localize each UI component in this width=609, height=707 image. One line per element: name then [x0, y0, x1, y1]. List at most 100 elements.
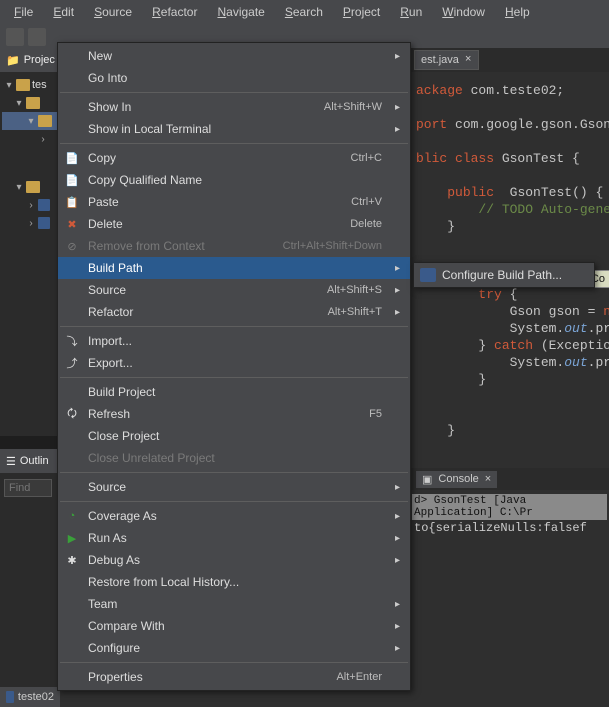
twisty-icon[interactable]: › — [26, 200, 36, 211]
project-explorer-title: Projec — [24, 54, 55, 66]
menu-item-label: New — [88, 49, 386, 63]
menu-item-import[interactable]: ⤵Import... — [58, 330, 410, 352]
menu-separator — [60, 472, 408, 473]
menu-item-compare-with[interactable]: Compare With ▸ — [58, 615, 410, 637]
menu-item-label: Refactor — [88, 305, 328, 319]
console-tab[interactable]: ▣ Console × — [416, 471, 497, 488]
tree-row[interactable]: ▾ — [2, 178, 58, 196]
menu-item-configure[interactable]: Configure▸ — [58, 637, 410, 659]
menu-separator — [60, 662, 408, 663]
debug-icon: ✱ — [64, 552, 80, 568]
outline-panel: ☰ Outlin — [0, 436, 60, 503]
menu-item-show-in-local-terminal[interactable]: Show in Local Terminal▸ — [58, 118, 410, 140]
twisty-icon[interactable]: › — [38, 134, 48, 145]
menu-refactor[interactable]: Refactor — [142, 2, 207, 22]
menu-item-label: Show In — [88, 100, 324, 114]
submenu-arrow-icon: ▸ — [395, 124, 400, 135]
close-icon[interactable]: × — [485, 473, 491, 485]
tree-row[interactable]: › — [2, 130, 58, 148]
menu-item-label: Debug As — [88, 553, 386, 567]
menu-item-label: Copy Qualified Name — [88, 173, 386, 187]
editor-tab-label: est.java — [421, 54, 459, 66]
tree-row[interactable]: ▾ — [2, 112, 58, 130]
menubar: File Edit Source Refactor Navigate Searc… — [0, 0, 609, 24]
menu-item-team[interactable]: Team▸ — [58, 593, 410, 615]
menu-item-source[interactable]: SourceAlt+Shift+S▸ — [58, 279, 410, 301]
toolbar-button[interactable] — [6, 28, 24, 46]
context-menu: New▸Go IntoShow InAlt+Shift+W▸Show in Lo… — [57, 42, 411, 691]
menu-item-show-in[interactable]: Show InAlt+Shift+W▸ — [58, 96, 410, 118]
jar-icon — [38, 199, 50, 211]
menu-item-debug-as[interactable]: ✱ Debug As ▸ — [58, 549, 410, 571]
menu-item-shortcut: F5 — [369, 408, 386, 420]
tree-row[interactable]: › — [2, 214, 58, 232]
menu-item-label: Configure — [88, 641, 386, 655]
tree-row[interactable]: ▾ — [2, 94, 58, 112]
twisty-icon[interactable]: ▾ — [14, 182, 24, 193]
menu-navigate[interactable]: Navigate — [207, 2, 274, 22]
editor-bottom-tab[interactable]: teste02 — [0, 687, 60, 707]
menu-item-export[interactable]: ⤴Export... — [58, 352, 410, 374]
twisty-icon[interactable]: ▾ — [26, 116, 36, 127]
menu-window[interactable]: Window — [432, 2, 495, 22]
copy-icon: 📄 — [64, 150, 80, 166]
close-icon[interactable]: × — [465, 54, 472, 66]
console-panel: ▣ Console × d> GsonTest [Java Applicatio… — [410, 468, 609, 707]
menu-item-label: Build Project — [88, 385, 386, 399]
export-icon: ⤴ — [64, 355, 80, 371]
menu-source[interactable]: Source — [84, 2, 142, 22]
menu-item-restore-from-local-history[interactable]: Restore from Local History... — [58, 571, 410, 593]
menu-item-refactor[interactable]: RefactorAlt+Shift+T▸ — [58, 301, 410, 323]
menu-item-delete[interactable]: ✖DeleteDelete — [58, 213, 410, 235]
menu-item-shortcut: Ctrl+V — [351, 196, 386, 208]
menu-item-refresh[interactable]: 🗘RefreshF5 — [58, 403, 410, 425]
menu-item-paste[interactable]: 📋PasteCtrl+V — [58, 191, 410, 213]
menu-item-copy[interactable]: 📄CopyCtrl+C — [58, 147, 410, 169]
menu-item-go-into[interactable]: Go Into — [58, 67, 410, 89]
menu-item-run-as[interactable]: ▶Run As▸ — [58, 527, 410, 549]
menu-search[interactable]: Search — [275, 2, 333, 22]
menu-item-source[interactable]: Source▸ — [58, 476, 410, 498]
menu-item-label: Copy — [88, 151, 351, 165]
menu-run[interactable]: Run — [390, 2, 432, 22]
toolbar-button[interactable] — [28, 28, 46, 46]
menu-help[interactable]: Help — [495, 2, 540, 22]
submenu-arrow-icon: ▸ — [395, 621, 400, 632]
tree-row[interactable]: › — [2, 196, 58, 214]
menu-item-build-path[interactable]: Build Path▸ — [58, 257, 410, 279]
menu-item-coverage-as[interactable]: ◔Coverage As▸ — [58, 505, 410, 527]
project-explorer-tab[interactable]: 📁 Projec — [0, 48, 60, 72]
menu-item-label: Coverage As — [88, 509, 386, 523]
editor-tab[interactable]: est.java × — [414, 50, 479, 70]
menu-item-new[interactable]: New▸ — [58, 45, 410, 67]
menu-item-close-project[interactable]: Close Project — [58, 425, 410, 447]
menu-item-label: Source — [88, 283, 327, 297]
twisty-icon[interactable]: ▾ — [14, 98, 24, 109]
console-body[interactable]: d> GsonTest [Java Application] C:\Pr to{… — [410, 490, 609, 707]
menu-item-build-project[interactable]: Build Project — [58, 381, 410, 403]
menu-project[interactable]: Project — [333, 2, 390, 22]
twisty-icon[interactable]: › — [26, 218, 36, 229]
submenu-arrow-icon: ▸ — [395, 555, 400, 566]
delete-icon: ✖ — [64, 216, 80, 232]
find-input[interactable] — [4, 479, 52, 497]
menu-item-copy-qualified-name[interactable]: 📄Copy Qualified Name — [58, 169, 410, 191]
menu-item-properties[interactable]: PropertiesAlt+Enter — [58, 666, 410, 688]
twisty-icon[interactable]: ▾ — [4, 80, 14, 91]
outline-tab[interactable]: ☰ Outlin — [0, 449, 60, 473]
menu-edit[interactable]: Edit — [43, 2, 84, 22]
submenu-arrow-icon: ▸ — [395, 285, 400, 296]
tree-row[interactable]: ▾ tes — [2, 76, 58, 94]
submenu-arrow-icon: ▸ — [395, 599, 400, 610]
menu-item-label: Properties — [88, 670, 336, 684]
menu-file[interactable]: File — [4, 2, 43, 22]
menu-item-label: Import... — [88, 334, 386, 348]
console-output: to{serializeNulls:falsef — [412, 520, 607, 536]
menu-item-shortcut: Alt+Shift+W — [324, 101, 386, 113]
submenu-item-label: Configure Build Path... — [442, 268, 562, 282]
menu-item-label: Build Path — [88, 261, 386, 275]
run-icon: ▶ — [64, 530, 80, 546]
menu-item-label: Compare With — [88, 619, 386, 633]
submenu-arrow-icon: ▸ — [395, 511, 400, 522]
submenu-item-configure-build-path[interactable]: Configure Build Path... — [414, 265, 594, 285]
